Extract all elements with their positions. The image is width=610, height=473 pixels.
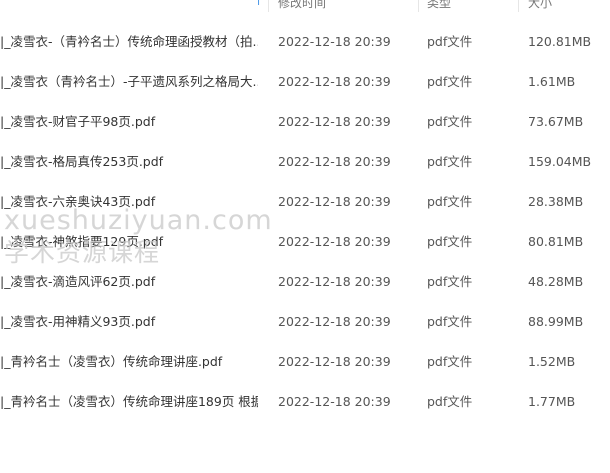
file-size: 48.28MB (528, 274, 584, 289)
file-type: pdf文件 (427, 34, 473, 49)
column-divider[interactable] (418, 0, 419, 12)
file-size: 120.81MB (528, 34, 592, 49)
file-size: 159.04MB (528, 154, 592, 169)
file-modified-date: 2022-12-18 20:39 (278, 234, 391, 249)
file-type: pdf文件 (427, 354, 473, 369)
file-modified-date: 2022-12-18 20:39 (278, 74, 391, 89)
file-size: 1.61MB (528, 74, 576, 89)
file-list: |_凌雪衣-（青衿名士）传统命理函授教材（拍... 2022-12-18 20:… (0, 22, 610, 422)
file-size: 1.77MB (528, 394, 576, 409)
file-name: |_凌雪衣-神煞指要129页.pdf (0, 234, 164, 249)
file-type: pdf文件 (427, 274, 473, 289)
column-header-type[interactable]: 类型 (427, 0, 451, 14)
file-modified-date: 2022-12-18 20:39 (278, 34, 391, 49)
file-name: |_青衿名士（凌雪衣）传统命理讲座189页 根据... (0, 394, 258, 409)
file-row[interactable]: |_凌雪衣-六亲奥诀43页.pdf 2022-12-18 20:39 pdf文件… (0, 182, 610, 222)
file-type: pdf文件 (427, 154, 473, 169)
file-list-window: ↑ 修改时间 类型 大小 |_凌雪衣-（青衿名士）传统命理函授教材（拍... 2… (0, 0, 610, 473)
file-modified-date: 2022-12-18 20:39 (278, 354, 391, 369)
file-modified-date: 2022-12-18 20:39 (278, 154, 391, 169)
file-name: |_凌雪衣-六亲奥诀43页.pdf (0, 194, 156, 209)
file-type: pdf文件 (427, 114, 473, 129)
file-size: 73.67MB (528, 114, 584, 129)
file-name: |_凌雪衣-滴造风评62页.pdf (0, 274, 156, 289)
file-size: 28.38MB (528, 194, 584, 209)
column-divider[interactable] (268, 0, 269, 12)
sort-ascending-icon[interactable]: ↑ (254, 0, 263, 10)
file-type: pdf文件 (427, 394, 473, 409)
file-row[interactable]: |_凌雪衣-（青衿名士）传统命理函授教材（拍... 2022-12-18 20:… (0, 22, 610, 62)
file-modified-date: 2022-12-18 20:39 (278, 394, 391, 409)
file-type: pdf文件 (427, 234, 473, 249)
column-divider[interactable] (518, 0, 519, 12)
file-row[interactable]: |_凌雪衣-格局真传253页.pdf 2022-12-18 20:39 pdf文… (0, 142, 610, 182)
file-size: 88.99MB (528, 314, 584, 329)
file-size: 80.81MB (528, 234, 584, 249)
file-row[interactable]: |_凌雪衣（青衿名士）-子平遗风系列之格局大... 2022-12-18 20:… (0, 62, 610, 102)
file-name: |_凌雪衣-财官子平98页.pdf (0, 114, 156, 129)
file-row[interactable]: |_凌雪衣-财官子平98页.pdf 2022-12-18 20:39 pdf文件… (0, 102, 610, 142)
file-modified-date: 2022-12-18 20:39 (278, 274, 391, 289)
column-header: ↑ 修改时间 类型 大小 (0, 0, 610, 14)
column-header-size[interactable]: 大小 (528, 0, 552, 14)
file-name: |_凌雪衣-格局真传253页.pdf (0, 154, 164, 169)
file-row[interactable]: |_凌雪衣-用神精义93页.pdf 2022-12-18 20:39 pdf文件… (0, 302, 610, 342)
file-row[interactable]: |_青衿名士（凌雪衣）传统命理讲座189页 根据... 2022-12-18 2… (0, 382, 610, 422)
file-row[interactable]: |_青衿名士（凌雪衣）传统命理讲座.pdf 2022-12-18 20:39 p… (0, 342, 610, 382)
file-type: pdf文件 (427, 194, 473, 209)
file-name: |_凌雪衣-（青衿名士）传统命理函授教材（拍... (0, 34, 258, 49)
file-modified-date: 2022-12-18 20:39 (278, 314, 391, 329)
file-row[interactable]: |_凌雪衣-滴造风评62页.pdf 2022-12-18 20:39 pdf文件… (0, 262, 610, 302)
file-name: |_青衿名士（凌雪衣）传统命理讲座.pdf (0, 354, 223, 369)
file-row[interactable]: |_凌雪衣-神煞指要129页.pdf 2022-12-18 20:39 pdf文… (0, 222, 610, 262)
file-name: |_凌雪衣-用神精义93页.pdf (0, 314, 156, 329)
file-name: |_凌雪衣（青衿名士）-子平遗风系列之格局大... (0, 74, 258, 89)
file-modified-date: 2022-12-18 20:39 (278, 114, 391, 129)
file-type: pdf文件 (427, 74, 473, 89)
file-modified-date: 2022-12-18 20:39 (278, 194, 391, 209)
file-size: 1.52MB (528, 354, 576, 369)
column-header-modified[interactable]: 修改时间 (278, 0, 326, 14)
file-type: pdf文件 (427, 314, 473, 329)
